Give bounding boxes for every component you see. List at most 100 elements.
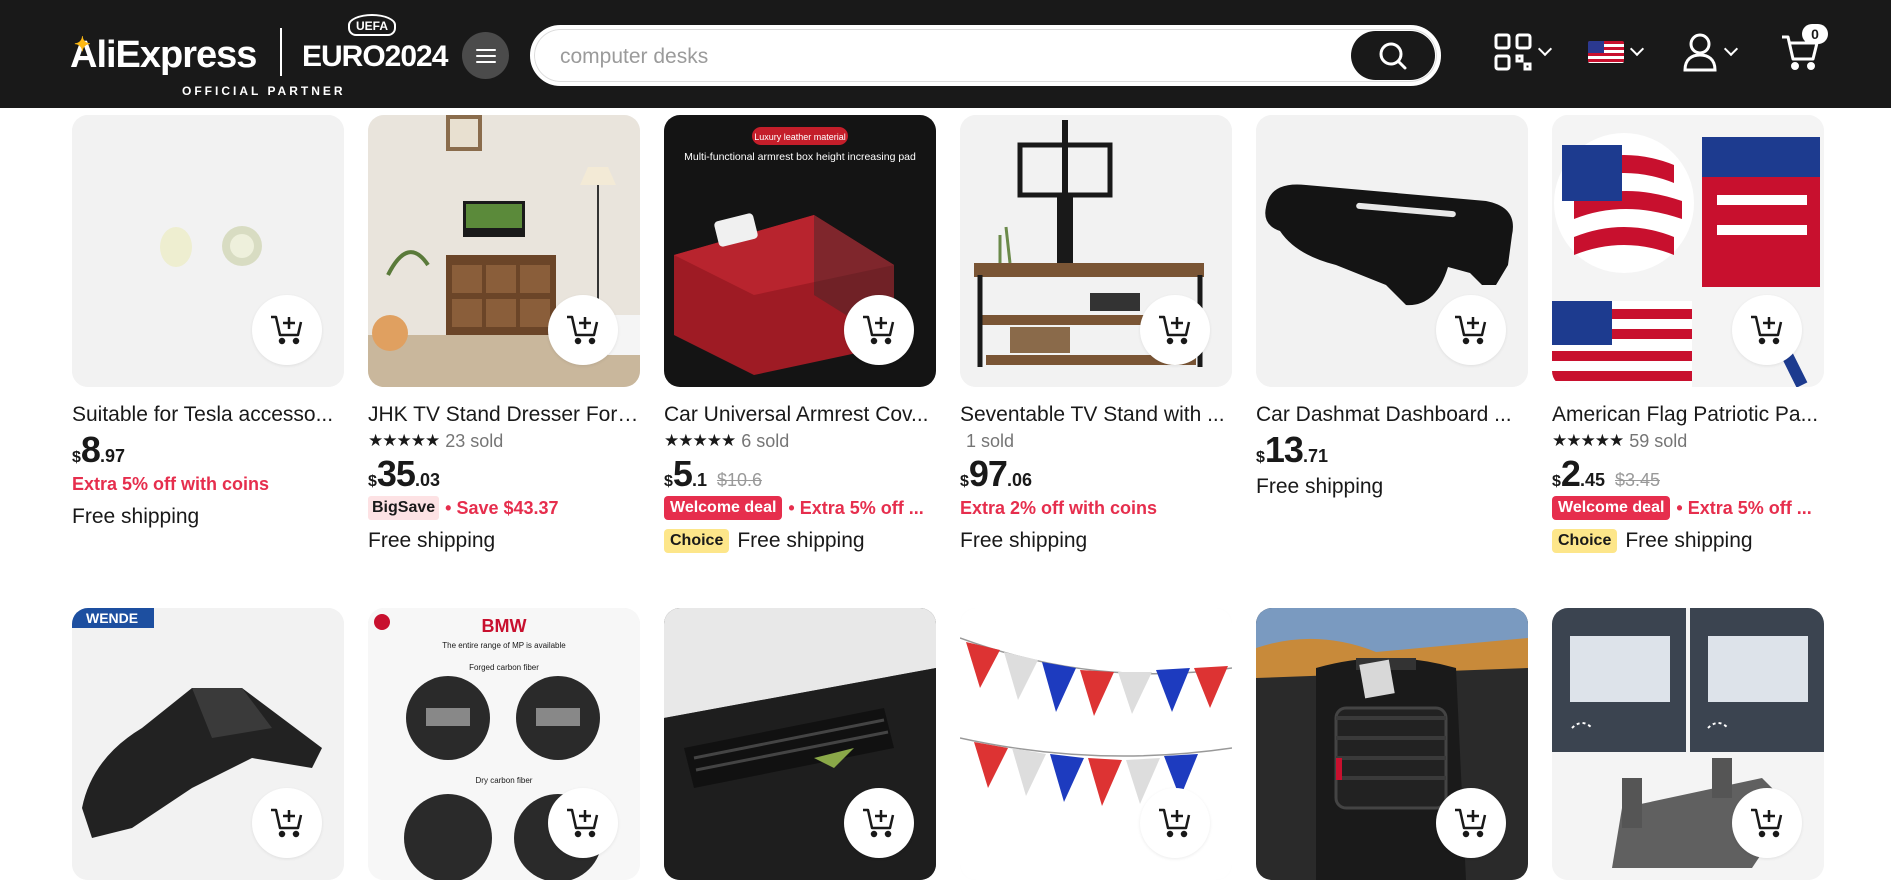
- add-to-cart-button[interactable]: [548, 788, 618, 858]
- product-image[interactable]: BMW The entire range of MP is available …: [368, 608, 640, 880]
- add-to-cart-icon: [1455, 808, 1487, 838]
- official-partner-text: OFFICIAL PARTNER: [182, 84, 346, 98]
- add-to-cart-button[interactable]: [1436, 788, 1506, 858]
- product-image[interactable]: [960, 115, 1232, 387]
- product-image[interactable]: Luxury leather material Multi-functional…: [664, 115, 936, 387]
- product-image[interactable]: [72, 115, 344, 387]
- shipping-row: Choice Free shipping: [664, 523, 936, 559]
- chevron-down-icon: [1629, 41, 1645, 57]
- product-image[interactable]: [1256, 608, 1528, 880]
- product-card[interactable]: Car Dashmat Dashboard ... $13.71 Free sh…: [1256, 115, 1528, 505]
- search-button[interactable]: [1351, 31, 1435, 80]
- product-title[interactable]: American Flag Patriotic Pa...: [1552, 401, 1824, 429]
- euro2024-logo: EURO2024: [302, 40, 448, 73]
- add-to-cart-icon: [1751, 808, 1783, 838]
- shipping-text: Free shipping: [1625, 529, 1753, 552]
- product-image[interactable]: [368, 115, 640, 387]
- bmw-title: BMW: [482, 616, 527, 636]
- uefa-badge: UEFA: [348, 14, 397, 36]
- choice-tag: Choice: [1552, 529, 1618, 553]
- sold-count: 6 sold: [741, 431, 790, 451]
- add-to-cart-button[interactable]: [1436, 295, 1506, 365]
- add-to-cart-icon: [1159, 808, 1191, 838]
- product-card[interactable]: JHK TV Stand Dresser For ... ★★★★★ 23 sol…: [368, 115, 640, 559]
- product-title[interactable]: JHK TV Stand Dresser For ...: [368, 401, 640, 429]
- qr-code-icon: [1494, 33, 1532, 71]
- original-price: $10.6: [716, 470, 762, 490]
- promo-row: Welcome deal • Extra 5% off ...: [1552, 493, 1824, 523]
- product-title[interactable]: Suitable for Tesla accesso...: [72, 401, 344, 429]
- product-image[interactable]: [664, 608, 936, 880]
- language-region-button[interactable]: [1588, 30, 1645, 74]
- cart-button[interactable]: 0: [1780, 24, 1828, 74]
- product-card[interactable]: Luxury leather material Multi-functional…: [664, 115, 936, 559]
- shipping-text: Free shipping: [737, 529, 865, 552]
- promo-text: • Save $43.37: [445, 498, 559, 518]
- product-price: $2.45 $3.45: [1552, 453, 1661, 494]
- add-to-cart-icon: [271, 315, 303, 345]
- rating-row: ★★★★★ 23 sold: [368, 429, 640, 453]
- shipping-text: Free shipping: [1256, 475, 1384, 498]
- product-card[interactable]: Seventable TV Stand with ... 1 sold $97.…: [960, 115, 1232, 559]
- product-image[interactable]: WENDE: [72, 608, 344, 880]
- bmw-line3: Dry carbon fiber: [476, 776, 533, 785]
- chevron-down-icon: [1537, 41, 1553, 57]
- product-card[interactable]: [1256, 608, 1528, 880]
- product-card[interactable]: BMW The entire range of MP is available …: [368, 608, 640, 880]
- add-to-cart-button[interactable]: [252, 788, 322, 858]
- rating-row: 1 sold: [960, 429, 1232, 453]
- product-image[interactable]: [960, 608, 1232, 880]
- shipping-text: Free shipping: [960, 529, 1088, 552]
- add-to-cart-button[interactable]: [844, 295, 914, 365]
- product-title[interactable]: Car Universal Armrest Cov...: [664, 401, 936, 429]
- add-to-cart-icon: [863, 808, 895, 838]
- promo-row: Welcome deal • Extra 5% off ...: [664, 493, 936, 523]
- product-price: $8.97: [72, 429, 125, 470]
- product-card[interactable]: American Flag Patriotic Pa... ★★★★★ 59 so…: [1552, 115, 1824, 559]
- hamburger-icon: [475, 48, 496, 51]
- add-to-cart-icon: [1455, 315, 1487, 345]
- qr-code-button[interactable]: [1494, 30, 1553, 74]
- add-to-cart-button[interactable]: [548, 295, 618, 365]
- product-title[interactable]: Car Dashmat Dashboard ...: [1256, 401, 1528, 429]
- account-button[interactable]: [1682, 30, 1739, 74]
- add-to-cart-icon: [271, 808, 303, 838]
- logo-star-icon: ✦: [74, 34, 91, 56]
- sold-count: 1 sold: [966, 431, 1015, 451]
- aliexpress-logo[interactable]: ✦ AliExpress UEFA EURO2024 OFFICIAL PARTN…: [70, 14, 470, 102]
- product-title[interactable]: Seventable TV Stand with ...: [960, 401, 1232, 429]
- product-card[interactable]: [1552, 608, 1824, 880]
- bigsave-tag: BigSave: [368, 496, 440, 520]
- add-to-cart-button[interactable]: [1732, 788, 1802, 858]
- product-price: $97.06: [960, 453, 1032, 494]
- product-image[interactable]: [1552, 608, 1824, 880]
- logo-text: AliExpress: [70, 34, 257, 76]
- cart-count-badge: 0: [1802, 24, 1828, 44]
- add-to-cart-button[interactable]: [1140, 788, 1210, 858]
- welcome-deal-tag: Welcome deal: [1552, 496, 1671, 520]
- product-image[interactable]: [1256, 115, 1528, 387]
- product-card[interactable]: [960, 608, 1232, 880]
- star-rating: ★★★★★: [1552, 431, 1624, 450]
- promo-text: Extra 5% off with coins: [72, 474, 270, 494]
- wende-logo: WENDE: [86, 610, 138, 626]
- bmw-line1: The entire range of MP is available: [442, 641, 566, 650]
- add-to-cart-button[interactable]: [252, 295, 322, 365]
- product-card[interactable]: Suitable for Tesla accesso... $8.97 Extr…: [72, 115, 344, 535]
- product-image[interactable]: [1552, 115, 1824, 387]
- add-to-cart-button[interactable]: [844, 788, 914, 858]
- sold-count: 23 sold: [445, 431, 504, 451]
- search-bar: [530, 25, 1441, 86]
- search-input[interactable]: [560, 43, 1340, 71]
- menu-button[interactable]: [462, 32, 509, 79]
- choice-tag: Choice: [664, 529, 730, 553]
- product-card[interactable]: WENDE: [72, 608, 344, 880]
- product-card[interactable]: [664, 608, 936, 880]
- promo-row: BigSave • Save $43.37: [368, 493, 640, 523]
- rating-row: ★★★★★ 6 sold: [664, 429, 936, 453]
- add-to-cart-button[interactable]: [1140, 295, 1210, 365]
- add-to-cart-button[interactable]: [1732, 295, 1802, 365]
- site-header: ✦ AliExpress UEFA EURO2024 OFFICIAL PARTN…: [0, 0, 1891, 108]
- product-price: $13.71: [1256, 429, 1328, 470]
- promo-text: • Extra 5% off ...: [788, 498, 924, 518]
